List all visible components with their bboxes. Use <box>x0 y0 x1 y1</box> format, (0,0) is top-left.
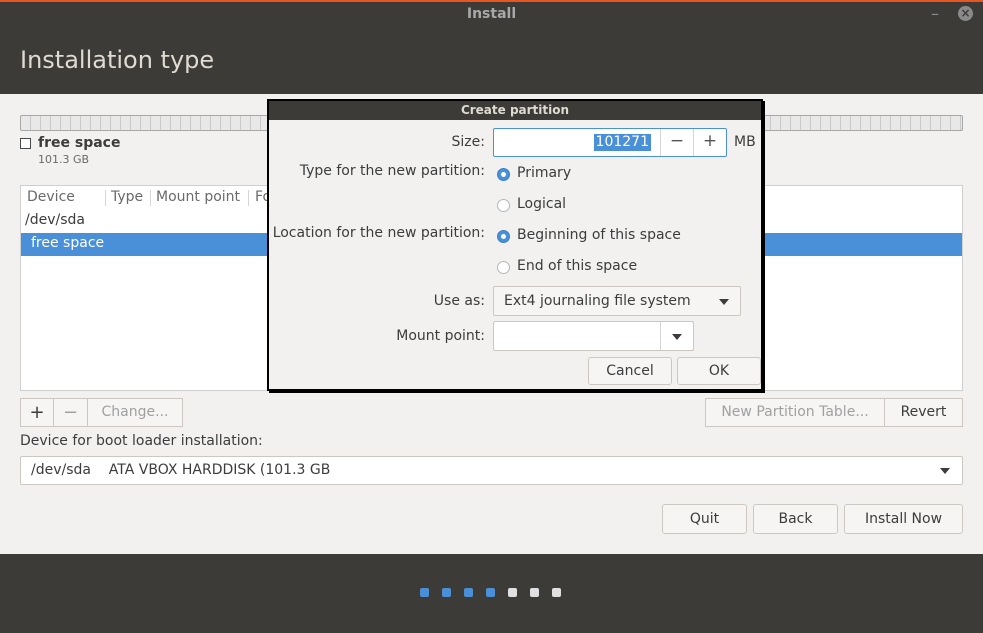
column-header[interactable]: Device <box>27 189 75 205</box>
primary-radio[interactable] <box>497 168 510 181</box>
increment-button[interactable]: + <box>693 129 726 156</box>
quit-button[interactable]: Quit <box>662 504 747 534</box>
decrement-button[interactable]: − <box>660 129 693 156</box>
primary-label[interactable]: Primary <box>517 165 571 181</box>
useas-value: Ext4 journaling file system <box>504 293 691 309</box>
window-title: Install <box>466 6 517 22</box>
mount-point-input[interactable] <box>493 321 694 351</box>
ok-button[interactable]: OK <box>677 357 761 385</box>
beginning-label[interactable]: Beginning of this space <box>517 227 681 243</box>
window-titlebar: Install – × <box>0 0 983 30</box>
page-header: Installation type <box>0 30 983 94</box>
end-radio[interactable] <box>497 261 510 274</box>
location-label: Location for the new partition: <box>272 225 485 241</box>
end-label[interactable]: End of this space <box>517 258 637 274</box>
size-unit: MB <box>734 134 756 150</box>
size-spinbox[interactable]: 101271 − + <box>493 128 727 157</box>
page-title: Installation type <box>20 46 215 74</box>
create-partition-dialog: Create partition Size: 101271 − + MB Typ… <box>267 99 763 391</box>
new-partition-table-button[interactable]: New Partition Table... <box>705 398 885 427</box>
chevron-down-icon <box>719 299 729 305</box>
progress-dot-active <box>464 588 473 597</box>
logical-radio[interactable] <box>497 199 510 212</box>
progress-dot-inactive <box>508 588 517 597</box>
chevron-down-icon <box>940 468 950 474</box>
progress-footer <box>0 554 983 633</box>
install-now-button[interactable]: Install Now <box>844 504 963 534</box>
progress-dot-active <box>420 588 429 597</box>
type-label: Type for the new partition: <box>299 163 485 179</box>
cancel-button[interactable]: Cancel <box>588 357 672 385</box>
progress-dot-active <box>442 588 451 597</box>
column-separator <box>150 190 151 206</box>
progress-dot-active <box>486 588 495 597</box>
logical-label[interactable]: Logical <box>517 196 566 212</box>
useas-label: Use as: <box>433 293 485 309</box>
legend-size: 101.3 GB <box>38 153 90 166</box>
column-header[interactable]: Type <box>111 189 143 205</box>
bootloader-select[interactable]: /dev/sda ATA VBOX HARDDISK (101.3 GB <box>20 456 963 485</box>
chevron-down-icon[interactable] <box>672 334 682 340</box>
remove-partition-button[interactable]: − <box>53 398 88 427</box>
column-header[interactable]: Mount point <box>156 189 240 205</box>
accent-line <box>0 0 983 2</box>
useas-select[interactable]: Ext4 journaling file system <box>493 286 741 316</box>
back-button[interactable]: Back <box>753 504 838 534</box>
progress-dot-inactive <box>530 588 539 597</box>
bootloader-label: Device for boot loader installation: <box>20 433 263 449</box>
column-separator <box>248 190 249 206</box>
dialog-title: Create partition <box>269 101 761 120</box>
row-label: free space <box>31 235 105 251</box>
legend-swatch <box>20 138 31 149</box>
combo-separator <box>660 322 661 350</box>
legend-name: free space <box>38 135 121 151</box>
size-value[interactable]: 101271 <box>593 134 651 151</box>
column-separator <box>105 190 106 206</box>
progress-dot-inactive <box>552 588 561 597</box>
close-icon[interactable]: × <box>958 6 973 21</box>
add-partition-button[interactable]: + <box>20 398 54 427</box>
bootloader-value: /dev/sda ATA VBOX HARDDISK (101.3 GB <box>31 462 331 478</box>
revert-button[interactable]: Revert <box>884 398 963 427</box>
mount-label: Mount point: <box>396 328 485 344</box>
minimize-icon[interactable]: – <box>931 4 939 23</box>
row-label: /dev/sda <box>25 212 85 228</box>
size-label: Size: <box>451 134 485 150</box>
change-partition-button[interactable]: Change... <box>87 398 183 427</box>
beginning-radio[interactable] <box>497 230 510 243</box>
